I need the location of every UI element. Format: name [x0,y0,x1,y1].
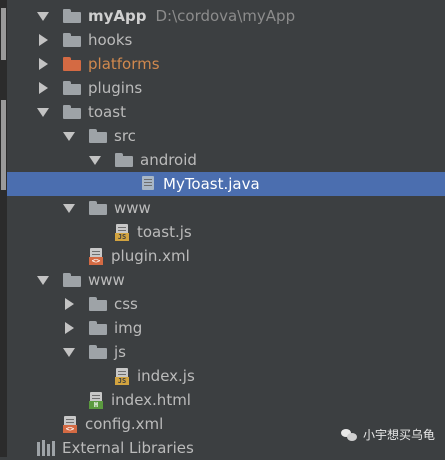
project-path: D:\cordova\myApp [155,7,296,25]
folder-icon [115,153,133,167]
java-file-icon [141,175,155,193]
tree-label: platforms [88,55,160,73]
folder-icon [63,105,81,119]
tree-row-www[interactable]: www [7,268,445,292]
tree-row-css[interactable]: css [7,292,445,316]
collapse-arrow-icon[interactable] [37,58,49,70]
tree-label: plugin.xml [111,247,190,265]
watermark-text: 小宇想买乌龟 [362,428,435,442]
folder-icon [89,201,107,215]
tree-row-index-html[interactable]: H index.html [7,388,445,412]
expand-arrow-icon[interactable] [63,202,75,214]
folder-icon [89,129,107,143]
project-tree: myApp D:\cordova\myApp hooks platforms p… [7,4,445,460]
tree-row-toast-js[interactable]: JS toast.js [7,220,445,244]
tree-label: js [114,343,126,361]
collapse-arrow-icon[interactable] [63,322,75,334]
project-name: myApp [88,7,147,25]
folder-icon [89,321,107,335]
tree-label: External Libraries [62,439,194,457]
tree-label: css [114,295,138,313]
folder-icon [63,273,81,287]
tree-label: MyToast.java [163,175,260,193]
expand-arrow-icon[interactable] [63,346,75,358]
expand-arrow-icon[interactable] [89,154,101,166]
tree-row-mytoast-java[interactable]: MyToast.java [7,172,445,196]
expand-arrow-icon[interactable] [63,130,75,142]
collapse-arrow-icon[interactable] [63,298,75,310]
js-file-icon: JS [115,367,129,385]
tree-label: config.xml [85,415,164,433]
tree-row-img[interactable]: img [7,316,445,340]
folder-icon [63,81,81,95]
tree-row-android[interactable]: android [7,148,445,172]
wechat-icon [340,428,357,441]
tree-row-plugins[interactable]: plugins [7,76,445,100]
tree-label: toast [88,103,126,121]
tree-row-index-js[interactable]: JS index.js [7,364,445,388]
xml-file-icon: <> [63,415,77,433]
tree-row-js[interactable]: js [7,340,445,364]
tree-row-toast-www[interactable]: www [7,196,445,220]
tree-row-project[interactable]: myApp D:\cordova\myApp [7,4,445,28]
tree-row-src[interactable]: src [7,124,445,148]
tree-label: www [114,199,151,217]
expand-arrow-icon[interactable] [37,10,49,22]
js-file-icon: JS [115,223,129,241]
tree-row-hooks[interactable]: hooks [7,28,445,52]
tree-label: index.js [137,367,195,385]
tree-label: android [140,151,197,169]
tree-row-plugin-xml[interactable]: <> plugin.xml [7,244,445,268]
library-icon [37,440,55,456]
expand-arrow-icon[interactable] [37,274,49,286]
strip-tab-1[interactable] [1,8,6,60]
strip-tab-2[interactable] [1,100,6,190]
tree-row-toast[interactable]: toast [7,100,445,124]
tree-label: toast.js [137,223,192,241]
expand-arrow-icon[interactable] [37,106,49,118]
folder-icon [89,297,107,311]
tree-label: plugins [88,79,143,97]
folder-icon [63,57,81,71]
folder-icon [63,9,81,23]
collapse-arrow-icon[interactable] [37,82,49,94]
tree-label: img [114,319,143,337]
tree-row-platforms[interactable]: platforms [7,52,445,76]
folder-icon [89,345,107,359]
tree-label: hooks [88,31,133,49]
tool-window-strip [0,0,7,457]
tree-label: src [114,127,136,145]
folder-icon [63,33,81,47]
html-file-icon: H [89,391,103,409]
tree-label: index.html [111,391,191,409]
tree-label: www [88,271,125,289]
xml-file-icon: <> [89,247,103,265]
watermark: 小宇想买乌龟 [340,426,435,443]
collapse-arrow-icon[interactable] [37,34,49,46]
